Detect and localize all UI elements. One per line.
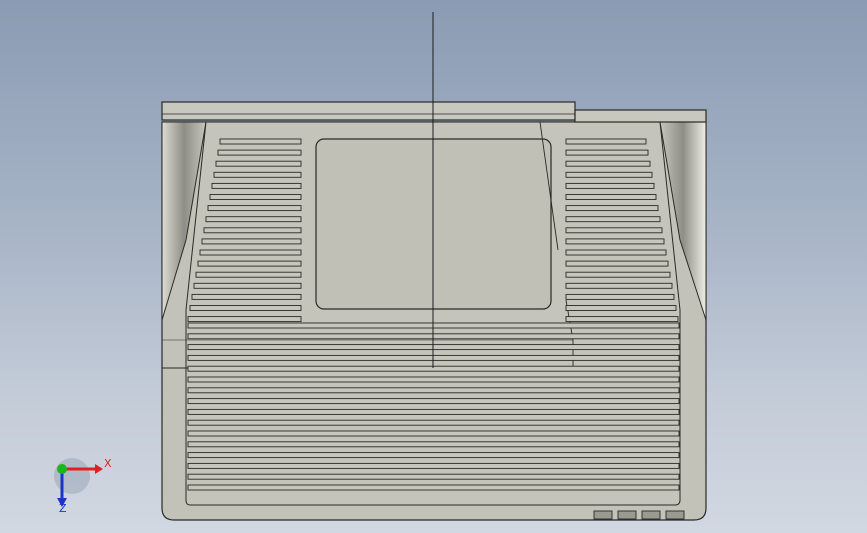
vent-slot	[213, 171, 302, 178]
vent-slot	[187, 484, 680, 491]
cad-part-model[interactable]	[0, 0, 867, 533]
coordinate-triad: X Z	[40, 452, 120, 522]
vent-slot	[219, 138, 302, 145]
vent-slot	[565, 305, 677, 311]
vent-slot	[195, 271, 302, 278]
vent-slot	[187, 387, 680, 394]
vent-slot	[197, 260, 302, 267]
vent-slot	[565, 293, 675, 300]
connector-pin	[641, 510, 661, 520]
vent-slot	[205, 216, 302, 223]
axis-x-label: X	[104, 457, 112, 470]
vent-slot	[211, 182, 302, 189]
connector-pin	[665, 510, 685, 520]
connector-pin	[593, 510, 613, 520]
vent-slot	[187, 376, 680, 383]
vent-slot	[199, 249, 302, 256]
vent-slot	[217, 149, 302, 156]
vent-slot	[187, 408, 680, 415]
vent-slot	[203, 227, 302, 234]
vent-slot	[565, 282, 673, 289]
vent-slot	[187, 452, 680, 459]
vent-slot	[215, 160, 302, 167]
axis-z-label: Z	[59, 502, 67, 515]
vent-slot	[207, 205, 302, 212]
top-lid-step	[574, 109, 707, 123]
vent-slot	[191, 293, 302, 300]
vent-slot	[565, 182, 655, 189]
vent-slot	[209, 194, 302, 200]
cad-viewport[interactable]: X Z	[0, 0, 867, 533]
vent-slot	[187, 430, 680, 437]
vent-slot	[187, 441, 680, 448]
vent-slot	[565, 149, 649, 156]
vent-slot	[565, 194, 657, 200]
vent-slot	[565, 227, 663, 234]
vent-slot	[565, 160, 651, 167]
vent-slot	[565, 271, 671, 278]
vent-slot	[187, 316, 302, 323]
vent-slot	[565, 249, 667, 256]
top-lid-plate	[161, 101, 576, 121]
vent-slot	[565, 205, 659, 212]
vent-slot	[565, 260, 669, 267]
vent-slot	[565, 138, 647, 145]
vent-slot	[187, 473, 680, 480]
vent-slot	[193, 282, 302, 289]
vent-slot	[565, 216, 661, 223]
vent-slot	[565, 316, 679, 323]
vent-slot	[187, 419, 680, 426]
vent-slot	[565, 171, 653, 178]
vent-slot	[187, 398, 680, 405]
vent-slot	[201, 238, 302, 245]
connector-pin	[617, 510, 637, 520]
vent-slot	[565, 238, 665, 245]
vent-slot	[189, 305, 302, 311]
vent-slot	[187, 462, 680, 469]
